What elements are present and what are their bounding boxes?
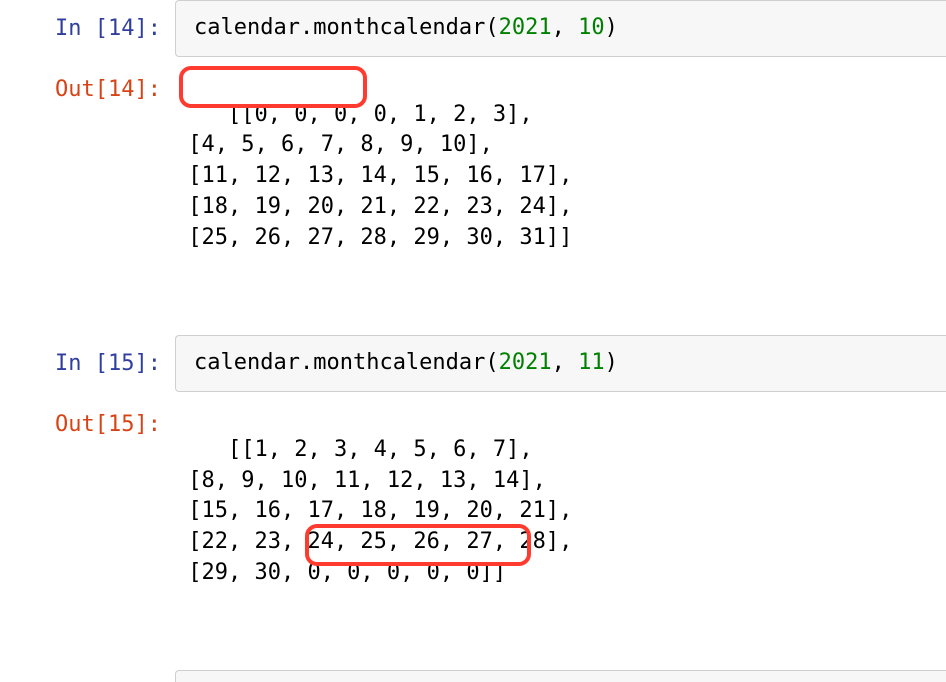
output-prompt: Out[14]: [0,61,175,106]
code-input[interactable] [175,670,946,682]
code-input[interactable]: calendar.monthcalendar(2021, 10) [175,0,946,57]
output-prompt: Out[15]: [0,396,175,441]
input-cell: In [15]: calendar.monthcalendar(2021, 11… [0,335,946,396]
output-cell: Out[15]: [[1, 2, 3, 4, 5, 6, 7], [8, 9, … [0,396,946,670]
input-cell: In [14]: calendar.monthcalendar(2021, 10… [0,0,946,61]
input-prompt: In [14]: [0,0,175,45]
output-text: [[1, 2, 3, 4, 5, 6, 7], [8, 9, 10, 11, 1… [175,437,572,585]
input-prompt [0,670,175,682]
code-input[interactable]: calendar.monthcalendar(2021, 11) [175,335,946,392]
output-text: [[0, 0, 0, 0, 1, 2, 3], [4, 5, 6, 7, 8, … [175,102,572,250]
code-output: [[1, 2, 3, 4, 5, 6, 7], [8, 9, 10, 11, 1… [175,396,946,670]
input-prompt: In [15]: [0,335,175,380]
code-output: [[0, 0, 0, 0, 1, 2, 3], [4, 5, 6, 7, 8, … [175,61,946,335]
input-cell [0,670,946,682]
output-cell: Out[14]: [[0, 0, 0, 0, 1, 2, 3], [4, 5, … [0,61,946,335]
